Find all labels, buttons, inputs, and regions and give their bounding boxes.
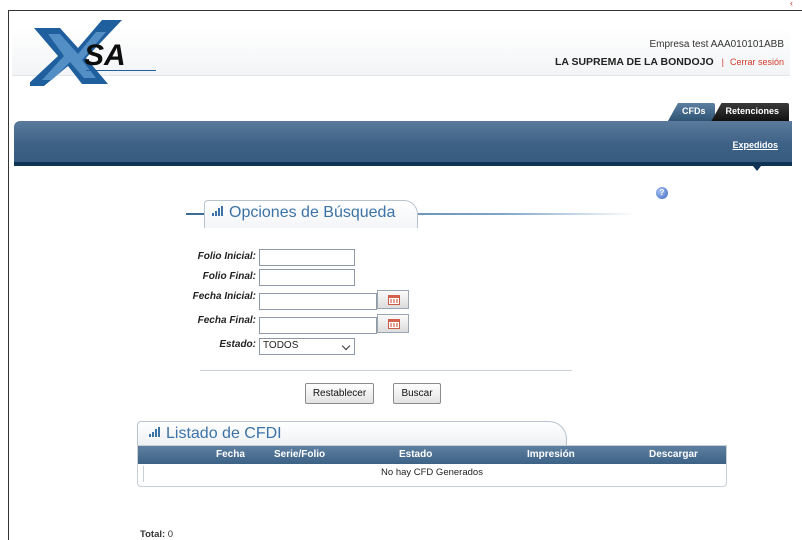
fecha-final-label: Fecha Final: xyxy=(197,315,256,326)
column-header-fecha[interactable]: Fecha xyxy=(216,449,245,460)
table-header: Fecha Serie/Folio Estado Impresión Desca… xyxy=(138,446,726,464)
search-section-title: Opciones de Búsqueda xyxy=(212,204,395,222)
tab-retenciones[interactable]: Retenciones xyxy=(711,103,789,121)
total-count: Total: 0 xyxy=(140,529,173,540)
reset-button[interactable]: Restablecer xyxy=(305,383,374,404)
folio-inicial-input[interactable] xyxy=(259,249,355,266)
logout-link[interactable]: Cerrar sesión xyxy=(730,57,784,67)
column-header-impresion[interactable]: Impresión xyxy=(527,449,575,460)
total-value: 0 xyxy=(167,529,174,540)
separator: | xyxy=(721,57,724,67)
nav-item-expedidos[interactable]: Expedidos xyxy=(732,140,778,150)
fecha-final-calendar-button[interactable] xyxy=(377,314,409,333)
folio-inicial-label: Folio Inicial: xyxy=(197,251,256,262)
svg-text:SA: SA xyxy=(84,39,126,72)
listado-section-title: Listado de CFDI xyxy=(149,425,282,443)
company-name: Empresa test AAA010101ABB xyxy=(649,39,784,50)
column-header-estado[interactable]: Estado xyxy=(399,449,432,460)
total-label: Total: xyxy=(140,529,166,540)
nav-bottom-line xyxy=(14,162,792,166)
module-tabs: CFDs Retenciones xyxy=(667,103,789,121)
help-icon[interactable]: ? xyxy=(656,187,668,199)
estado-label: Estado: xyxy=(219,339,256,350)
listado-title-text: Listado de CFDI xyxy=(166,425,282,442)
folio-final-input[interactable] xyxy=(259,269,355,286)
form-divider xyxy=(200,370,572,371)
xsa-logo[interactable]: SA xyxy=(30,18,170,88)
column-header-serie-folio[interactable]: Serie/Folio xyxy=(274,449,325,460)
estado-select[interactable]: TODOS xyxy=(259,338,355,355)
corner-mark: ‹ xyxy=(790,0,793,8)
chevron-down-icon xyxy=(341,341,351,351)
empty-table-message: No hay CFD Generados xyxy=(381,467,483,478)
calendar-icon xyxy=(388,319,400,329)
column-header-descargar[interactable]: Descargar xyxy=(649,449,698,460)
cfdi-table: Fecha Serie/Folio Estado Impresión Desca… xyxy=(137,445,727,487)
fecha-inicial-label: Fecha Inicial: xyxy=(192,291,256,302)
nav-band: Expedidos xyxy=(14,121,792,166)
search-section-title-text: Opciones de Búsqueda xyxy=(229,204,396,221)
nav-active-arrow-icon xyxy=(753,166,761,171)
fecha-inicial-input[interactable] xyxy=(259,293,377,310)
tab-cfds[interactable]: CFDs xyxy=(667,103,716,121)
fecha-final-input[interactable] xyxy=(259,317,377,334)
user-info: LA SUPREMA DE LA BONDOJO | Cerrar sesión xyxy=(555,56,784,68)
folio-final-label: Folio Final: xyxy=(202,271,256,282)
estado-selected-value: TODOS xyxy=(263,340,299,351)
bar-chart-icon xyxy=(212,206,223,216)
fecha-inicial-calendar-button[interactable] xyxy=(377,290,409,309)
search-button[interactable]: Buscar xyxy=(393,383,441,404)
user-name: LA SUPREMA DE LA BONDOJO xyxy=(554,56,714,68)
bar-chart-icon xyxy=(149,427,160,437)
calendar-icon xyxy=(388,295,400,305)
